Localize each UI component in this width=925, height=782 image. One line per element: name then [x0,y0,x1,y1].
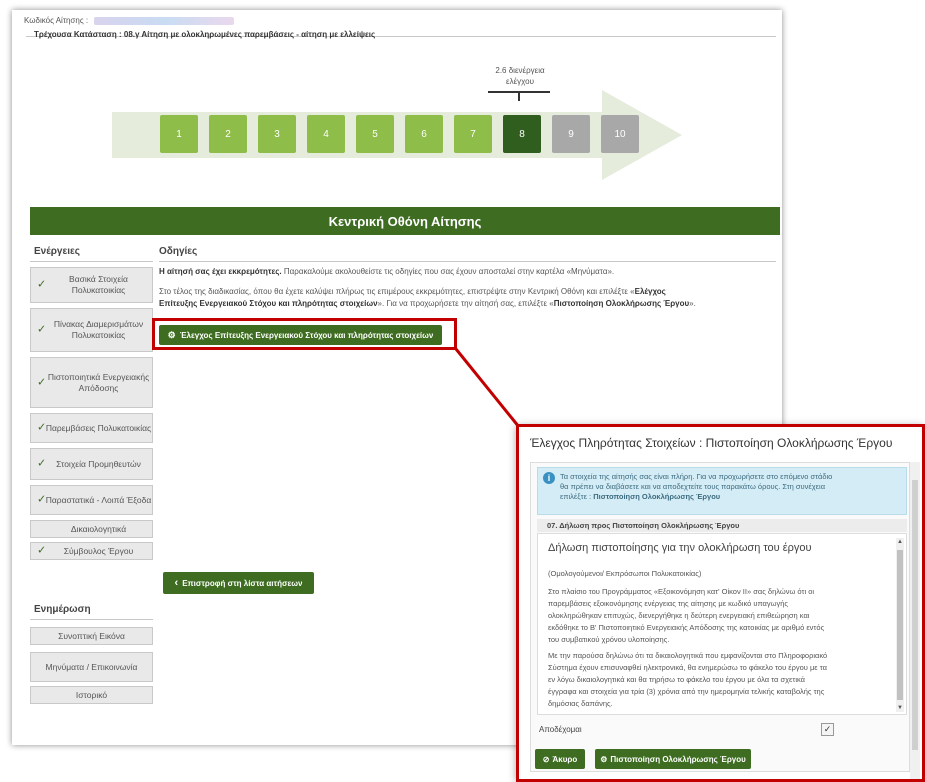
progress-step-6: 6 [405,115,443,153]
sidebar-action-label: Πίνακας Διαμερισμάτων Πολυκατοικίας [53,319,144,340]
chevron-left-icon: ‹ [174,577,179,589]
progress-step-8: 8 [503,115,541,153]
sidebar-action-label: Παραστατικά - Λοιπά Έξοδα [45,494,152,505]
instructions-text-3-end: ». [689,299,696,308]
instructions-bold-2: Ελέγχος [634,287,666,296]
instructions-text-3: ». Για να προχωρήσετε την αίτησή σας, επ… [377,299,554,308]
check-icon: ✓ [37,376,47,388]
instructions-line-2: Στο τέλος της διαδικασίας, όπου θα έχετε… [159,286,774,298]
sidebar-action-3[interactable]: ✓ Πιστοποιητικά Ενεργειακής Απόδοσης [30,357,153,408]
pending-message: Η αίτησή σας έχει εκκρεμότητες. Παρακαλο… [159,266,774,278]
sidebar-action-2[interactable]: ✓ Πίνακας Διαμερισμάτων Πολυκατοικίας [30,308,153,352]
sidebar-action-label: Δικαιολογητικά [70,523,127,534]
progress-step-2: 2 [209,115,247,153]
highlight-box-button [152,318,457,350]
sidebar-action-label: Πιστοποιητικά Ενεργειακής Απόδοσης [47,371,150,393]
actions-divider [30,261,153,262]
progress-step-3: 3 [258,115,296,153]
sidebar-action-6[interactable]: ✓ Παραστατικά - Λοιπά Έξοδα [30,485,153,515]
application-code-value [94,16,235,25]
sidebar-action-1[interactable]: ✓ Βασικά Στοιχεία Πολυκατοικίας [30,267,153,303]
current-status: Τρέχουσα Κατάσταση : 08.γ Αίτηση με ολοκ… [34,30,376,39]
page-title: Κεντρική Οθόνη Αίτησης [30,207,780,235]
application-code-label: Κωδικός Αίτησης : [24,16,89,25]
pending-text: Παρακαλούμε ακολουθείστε τις οδηγίες που… [281,267,615,276]
check-icon: ✓ [37,544,47,557]
sidebar-action-7[interactable]: Δικαιολογητικά [30,520,153,538]
actions-heading: Ενέργειες [34,246,80,257]
sidebar-action-label: Στοιχεία Προμηθευτών [56,458,141,469]
instructions-bold-3: Επίτευξης Ενεργειακού Στόχου και πληρότη… [159,299,378,308]
sidebar-action-4[interactable]: ✓ Παρεμβάσεις Πολυκατοικίας [30,413,153,443]
progress-step-5: 5 [356,115,394,153]
sidebar-action-label: Σύμβουλος Έργου [63,545,134,556]
sidebar-info-2[interactable]: Μηνύματα / Επικοινωνία [30,652,153,682]
sidebar-info-label: Μηνύματα / Επικοινωνία [45,661,138,672]
check-icon: ✓ [37,457,47,470]
application-code: Κωδικός Αίτησης : [24,16,235,25]
instructions-bold-3b: Πιστοποίηση Ολοκλήρωσης Έργου [553,299,690,308]
check-icon: ✓ [37,421,47,434]
back-to-list-label: Επιστροφή στη λίστα αιτήσεων [182,578,303,588]
info-divider [30,619,153,620]
instructions-divider [159,261,776,262]
sidebar-info-1[interactable]: Συνοπτική Εικόνα [30,627,153,645]
progress-step-7: 7 [454,115,492,153]
sidebar-action-label: Παρεμβάσεις Πολυκατοικίας [45,422,152,433]
check-icon: ✓ [37,323,47,336]
progress-step-9: 9 [552,115,590,153]
progress-step-10: 10 [601,115,639,153]
progress-steps: 1 2 3 4 5 6 7 8 9 10 [160,115,639,153]
sidebar-action-label: Βασικά Στοιχεία Πολυκατοικίας [69,274,128,295]
info-heading: Ενημέρωση [34,604,91,615]
pending-bold: Η αίτησή σας έχει εκκρεμότητες. [159,267,282,276]
instructions-line-3: Επίτευξης Ενεργειακού Στόχου και πληρότη… [159,298,774,310]
sidebar-action-5[interactable]: ✓ Στοιχεία Προμηθευτών [30,448,153,480]
progress-step-4: 4 [307,115,345,153]
sidebar-info-label: Ιστορικό [75,689,108,700]
progress-step-1: 1 [160,115,198,153]
highlight-box-modal [516,424,925,782]
sidebar-action-8[interactable]: ✓ Σύμβουλος Έργου [30,542,153,560]
sidebar-info-label: Συνοπτική Εικόνα [58,630,125,641]
check-icon: ✓ [37,493,47,506]
current-stage-label: 2.6 διενέργεια ελέγχου [495,66,545,86]
instructions-heading: Οδηγίες [159,246,198,257]
instructions-text-2: Στο τέλος της διαδικασίας, όπου θα έχετε… [159,287,635,296]
check-icon: ✓ [37,278,47,291]
sidebar-info-3[interactable]: Ιστορικό [30,686,153,704]
back-to-list-button[interactable]: ‹ Επιστροφή στη λίστα αιτήσεων [163,572,314,594]
